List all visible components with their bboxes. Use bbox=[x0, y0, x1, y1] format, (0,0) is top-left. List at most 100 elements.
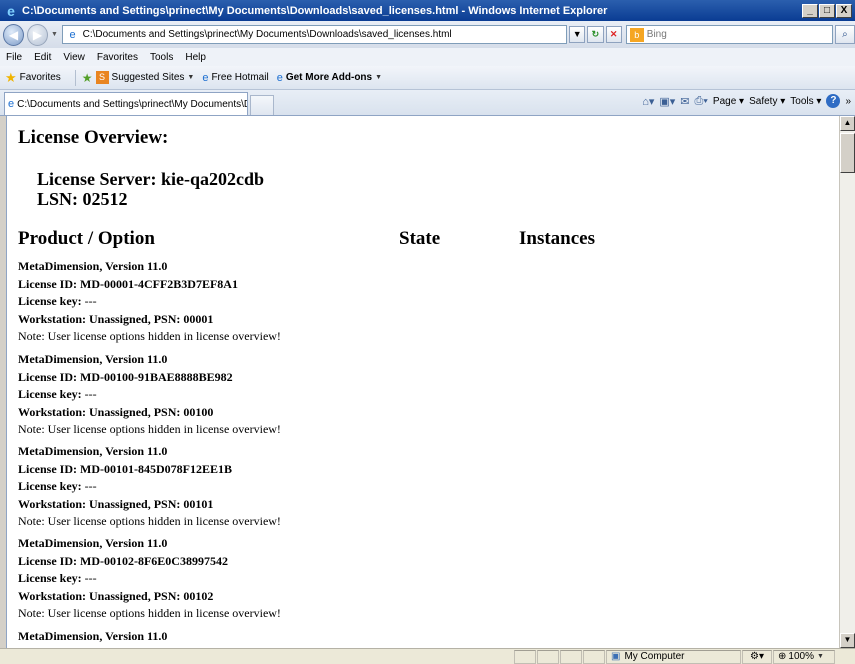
scroll-down-button[interactable]: ▼ bbox=[840, 633, 855, 648]
chevron-down-icon: ▼ bbox=[816, 653, 824, 660]
window-controls: _ □ X bbox=[802, 3, 852, 18]
license-key-label: License key: bbox=[18, 479, 82, 493]
license-server-info: License Server: kie-qa202cdb LSN: 02512 bbox=[37, 169, 264, 209]
help-icon[interactable]: ? bbox=[826, 94, 841, 108]
scroll-up-button[interactable]: ▲ bbox=[840, 116, 855, 131]
license-entry: MetaDimension, Version 11.0 License ID: … bbox=[18, 258, 281, 346]
page-menu-label: Page bbox=[712, 95, 737, 107]
stop-button[interactable]: ✕ bbox=[605, 26, 622, 43]
suggested-sites-icon: S bbox=[95, 71, 109, 84]
minimize-button[interactable]: _ bbox=[802, 3, 818, 18]
computer-icon: ▣ bbox=[611, 651, 621, 662]
status-pane bbox=[583, 649, 605, 664]
overflow-chevron-icon[interactable]: » bbox=[845, 96, 851, 107]
search-input[interactable]: Bing bbox=[647, 29, 667, 40]
license-note: Note: User license options hidden in lic… bbox=[18, 514, 281, 528]
refresh-button[interactable]: ↻ bbox=[587, 26, 604, 43]
add-to-favorites-icon[interactable]: ★ bbox=[82, 71, 93, 85]
print-icon[interactable]: ⎙▾ bbox=[695, 95, 708, 108]
tab-label: C:\Documents and Settings\prinect\My Doc… bbox=[17, 98, 248, 110]
recent-pages-dropdown[interactable]: ▼ bbox=[51, 31, 59, 38]
ie-page-icon: e bbox=[276, 71, 283, 84]
workstation-info: Workstation: Unassigned, PSN: 00101 bbox=[18, 496, 214, 511]
license-key-row: License key: --- bbox=[18, 386, 281, 404]
ie-page-icon: e bbox=[202, 71, 209, 84]
separator bbox=[74, 69, 76, 86]
license-key-label: License key: bbox=[18, 294, 82, 308]
chevron-down-icon: ▼ bbox=[187, 74, 195, 81]
ie-page-icon: e bbox=[8, 98, 15, 110]
menu-file[interactable]: File bbox=[0, 52, 28, 63]
license-key-row: License key: --- bbox=[18, 478, 281, 496]
status-pane bbox=[537, 649, 559, 664]
menu-edit[interactable]: Edit bbox=[28, 52, 57, 63]
feeds-icon[interactable]: ▣▾ bbox=[659, 95, 675, 108]
suggested-sites-label: Suggested Sites bbox=[111, 72, 185, 83]
zoom-control[interactable]: ⊕ 100% ▼ bbox=[773, 649, 835, 664]
product-name: MetaDimension, Version 11.0 bbox=[18, 444, 168, 458]
menu-tools[interactable]: Tools bbox=[144, 52, 179, 63]
tools-menu[interactable]: Tools ▾ bbox=[790, 96, 821, 107]
status-text bbox=[1, 650, 513, 664]
license-note: Note: User license options hidden in lic… bbox=[18, 422, 281, 436]
license-entry: MetaDimension, Version 11.0 License ID: … bbox=[18, 351, 281, 439]
favorites-bar: ★ Favorites ★ S Suggested Sites ▼ e Free… bbox=[0, 66, 855, 90]
page-content: License Overview: License Server: kie-qa… bbox=[6, 116, 839, 648]
status-pane bbox=[560, 649, 582, 664]
license-key-row: License key: --- bbox=[18, 570, 281, 588]
address-dropdown-button[interactable]: ▼ bbox=[569, 26, 586, 43]
license-id: License ID: MD-00001-4CFF2B3D7EF8A1 bbox=[18, 276, 238, 291]
free-hotmail-link[interactable]: e Free Hotmail bbox=[202, 72, 268, 84]
get-more-addons-label: Get More Add-ons bbox=[285, 72, 373, 83]
page-icon: e bbox=[69, 28, 76, 41]
status-bar: ▣ My Computer ⚙▾ ⊕ 100% ▼ bbox=[0, 648, 855, 664]
license-entry: MetaDimension, Version 11.0 License ID: … bbox=[18, 628, 235, 648]
menu-favorites[interactable]: Favorites bbox=[91, 52, 144, 63]
address-bar[interactable]: e C:\Documents and Settings\prinect\My D… bbox=[61, 25, 568, 44]
forward-button[interactable]: ▶ bbox=[27, 23, 48, 46]
safety-menu-label: Safety bbox=[749, 95, 778, 107]
license-key-row: License key: --- bbox=[18, 293, 281, 311]
home-icon[interactable]: ⌂▾ bbox=[642, 95, 654, 108]
menu-help[interactable]: Help bbox=[179, 52, 212, 63]
page-menu[interactable]: Page ▾ bbox=[713, 96, 744, 107]
maximize-button[interactable]: □ bbox=[819, 3, 835, 18]
read-mail-icon[interactable]: ✉ bbox=[680, 95, 689, 108]
column-header-state: State bbox=[399, 228, 441, 249]
workstation-info: Workstation: Unassigned, PSN: 00001 bbox=[18, 311, 214, 326]
workstation-info: Workstation: Unassigned, PSN: 00102 bbox=[18, 588, 214, 603]
free-hotmail-label: Free Hotmail bbox=[211, 72, 269, 83]
product-name: MetaDimension, Version 11.0 bbox=[18, 352, 168, 366]
product-name: MetaDimension, Version 11.0 bbox=[18, 629, 168, 643]
page-title: License Overview: bbox=[18, 127, 169, 148]
vertical-scrollbar[interactable]: ▲ ▼ bbox=[839, 116, 855, 648]
menu-bar: File Edit View Favorites Tools Help bbox=[0, 48, 855, 66]
protected-mode-button[interactable]: ⚙▾ bbox=[742, 649, 772, 664]
title-bar: e C:\Documents and Settings\prinect\My D… bbox=[0, 0, 855, 21]
search-box[interactable]: b Bing bbox=[625, 25, 833, 44]
security-zone: ▣ My Computer bbox=[606, 649, 741, 664]
license-key-label: License key: bbox=[18, 571, 82, 585]
tab-saved-licenses[interactable]: e C:\Documents and Settings\prinect\My D… bbox=[4, 92, 248, 115]
product-name: MetaDimension, Version 11.0 bbox=[18, 536, 168, 550]
get-more-addons-link[interactable]: e Get More Add-ons ▼ bbox=[277, 72, 382, 84]
license-server-label: License Server: kie-qa202cdb bbox=[37, 169, 264, 189]
zoom-level: 100% bbox=[788, 651, 814, 662]
license-note: Note: User license options hidden in lic… bbox=[18, 329, 281, 343]
safety-menu[interactable]: Safety ▾ bbox=[749, 96, 785, 107]
back-button[interactable]: ◀ bbox=[3, 23, 24, 46]
address-input[interactable]: C:\Documents and Settings\prinect\My Doc… bbox=[83, 29, 566, 40]
search-button[interactable]: ⌕ bbox=[834, 25, 855, 44]
menu-view[interactable]: View bbox=[57, 52, 91, 63]
license-key-value: --- bbox=[81, 571, 97, 585]
close-button[interactable]: X bbox=[836, 3, 852, 18]
license-id: License ID: MD-00101-845D078F12EE1B bbox=[18, 461, 232, 476]
new-tab-button[interactable] bbox=[250, 95, 274, 115]
favorites-button[interactable]: ★ Favorites bbox=[0, 70, 61, 86]
scroll-thumb[interactable] bbox=[840, 133, 855, 173]
zoom-icon: ⊕ bbox=[778, 651, 787, 662]
license-key-value: --- bbox=[81, 387, 97, 401]
window-title: C:\Documents and Settings\prinect\My Doc… bbox=[22, 4, 608, 17]
suggested-sites-link[interactable]: S Suggested Sites ▼ bbox=[95, 71, 195, 84]
column-header-product: Product / Option bbox=[18, 228, 155, 249]
